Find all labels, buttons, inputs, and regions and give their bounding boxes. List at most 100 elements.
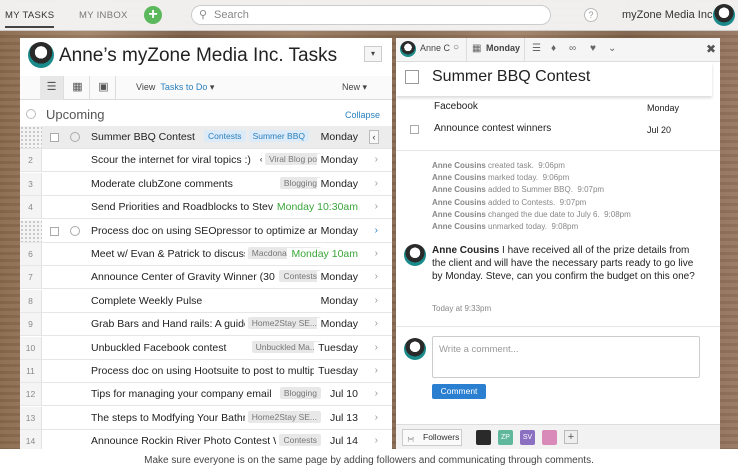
view-filter[interactable]: View Tasks to Do ▾	[136, 82, 214, 93]
view-filter-value[interactable]: Tasks to Do	[160, 82, 207, 92]
task-checkbox[interactable]	[50, 226, 59, 236]
chevron-right-icon[interactable]: ›	[375, 412, 378, 423]
drag-handle[interactable]	[20, 219, 42, 242]
task-tag[interactable]: Unbuckled Ma...	[251, 340, 321, 353]
task-title[interactable]: Announce Rockin River Photo Contest Winn…	[91, 435, 306, 447]
task-row[interactable]: 10 Unbuckled Facebook contest Unbuckled Ma…	[20, 336, 392, 360]
title-dropdown-button[interactable]: ▾	[364, 46, 382, 62]
chevron-right-icon[interactable]: ›	[375, 342, 378, 353]
collapse-link[interactable]: Collapse	[345, 110, 380, 120]
task-tag[interactable]: Home2Stay SE...	[247, 410, 321, 423]
task-title[interactable]: Meet w/ Evan & Patrick to discuss	[91, 248, 249, 260]
assignee-name[interactable]: Anne C	[420, 43, 450, 53]
task-row[interactable]: 3 Moderate clubZone comments Blogging Monda…	[20, 172, 392, 196]
search-bar[interactable]: ⚲ Search	[191, 5, 551, 25]
assignee-avatar[interactable]	[400, 41, 416, 57]
chevron-right-icon[interactable]: ›	[375, 435, 378, 446]
task-complete-circle[interactable]	[70, 225, 80, 236]
collapse-detail-chevron-icon[interactable]: ‹	[369, 130, 379, 144]
chevron-right-icon[interactable]: ›	[375, 271, 378, 282]
task-title[interactable]: Send Priorities and Roadblocks to Steve	[91, 201, 279, 213]
comment-author[interactable]: Anne Cousins	[432, 245, 499, 256]
task-row[interactable]: 12 Tips for managing your company email Bl…	[20, 383, 392, 407]
chevron-right-icon[interactable]: ›	[375, 365, 378, 376]
chevron-right-icon[interactable]: ›	[375, 225, 378, 236]
task-title[interactable]: Complete Weekly Pulse	[91, 295, 202, 307]
comment-input[interactable]: Write a comment...	[432, 336, 700, 378]
task-row[interactable]: 8 Complete Weekly Pulse Monday ›	[20, 289, 392, 313]
follower-avatar[interactable]: SV	[520, 430, 535, 445]
task-title[interactable]: Grab Bars and Hand rails: A guide	[91, 318, 250, 330]
tag-icon[interactable]: ♦	[551, 43, 556, 54]
task-title[interactable]: Tips for managing your company email	[91, 388, 272, 400]
chevron-right-icon[interactable]: ›	[375, 388, 378, 399]
task-title[interactable]: Process doc on using Hootsuite to post t…	[91, 365, 324, 377]
search-input[interactable]: Search	[214, 9, 249, 21]
task-tag[interactable]: Contests	[279, 270, 321, 283]
subtask-checkbox[interactable]	[410, 125, 419, 134]
more-chevron-down-icon[interactable]: ⌄	[608, 43, 616, 54]
follower-avatar[interactable]	[542, 430, 557, 445]
task-checkbox[interactable]	[50, 133, 59, 142]
chevron-right-icon[interactable]: ›	[375, 154, 378, 165]
task-title[interactable]: Scour the internet for viral topics :)	[91, 154, 251, 166]
task-title[interactable]: Process doc on using SEOpressor to optim…	[91, 225, 341, 237]
workspace-name[interactable]: myZone Media Inc.	[622, 9, 716, 21]
subtask-row[interactable]: Announce contest winners Jul 20	[396, 120, 720, 142]
followers-button[interactable]: ∺ Followers	[402, 429, 462, 446]
follower-avatar[interactable]: ZP	[498, 430, 513, 445]
task-row[interactable]: Summer BBQ Contest Contests Summer BBQ Mond…	[20, 126, 392, 149]
task-row[interactable]: Process doc on using SEOpressor to optim…	[20, 219, 392, 243]
heart-icon[interactable]: ♥	[590, 43, 596, 54]
task-title[interactable]: Moderate clubZone comments	[91, 178, 233, 190]
task-tag[interactable]: Blogging	[279, 387, 321, 400]
task-title[interactable]: Summer BBQ Contest	[432, 68, 590, 86]
task-title[interactable]: Unbuckled Facebook contest	[91, 342, 226, 354]
comment-button[interactable]: Comment	[432, 384, 486, 399]
tab-my-inbox[interactable]: MY INBOX	[79, 10, 128, 21]
task-row[interactable]: 9 Grab Bars and Hand rails: A guide Home2S…	[20, 313, 392, 337]
task-row[interactable]: 4 Send Priorities and Roadblocks to Steve…	[20, 196, 392, 220]
task-tag[interactable]: Contests	[279, 434, 321, 447]
files-view-icon[interactable]: ▣	[92, 76, 116, 100]
task-title[interactable]: Summer BBQ Contest	[91, 131, 195, 143]
subtask-title[interactable]: Announce contest winners	[434, 123, 551, 134]
follower-avatar[interactable]	[476, 430, 491, 445]
task-title[interactable]: The steps to Modfying Your Bathroom	[91, 412, 267, 424]
task-tag[interactable]: Summer BBQ	[248, 130, 309, 142]
task-row[interactable]: 11 Process doc on using Hootsuite to post…	[20, 360, 392, 383]
chevron-right-icon[interactable]: ›	[375, 248, 378, 259]
chevron-right-icon[interactable]: ›	[375, 295, 378, 306]
task-row[interactable]: 14 Announce Rockin River Photo Contest Wi…	[20, 430, 392, 449]
close-icon[interactable]: ✖	[706, 42, 716, 56]
task-tag[interactable]: Home2Stay SE...	[247, 317, 321, 330]
task-row[interactable]: 2 Scour the internet for viral topics :) ‹…	[20, 149, 392, 173]
tab-my-tasks[interactable]: MY TASKS	[5, 10, 55, 28]
chevron-right-icon[interactable]: ›	[375, 178, 378, 189]
chevron-right-icon[interactable]: ›	[375, 318, 378, 329]
calendar-view-icon[interactable]: ▦	[66, 76, 90, 100]
add-task-button[interactable]: +	[144, 6, 162, 24]
task-tag[interactable]: Blogging	[279, 176, 321, 189]
subtask-title[interactable]: Facebook	[434, 101, 478, 112]
drag-handle[interactable]	[20, 126, 42, 148]
list-view-icon[interactable]: ☰	[40, 76, 64, 100]
due-date-tab[interactable]: Monday	[486, 43, 520, 53]
task-complete-circle[interactable]	[70, 132, 80, 142]
task-title[interactable]: Announce Center of Gravity Winner (30	[91, 271, 275, 283]
unassign-icon[interactable]: ○	[453, 42, 459, 53]
attachment-icon[interactable]: ∞	[569, 43, 576, 54]
task-complete-checkbox[interactable]	[405, 70, 419, 84]
add-follower-button[interactable]: +	[564, 430, 578, 444]
task-row[interactable]: 7 Announce Center of Gravity Winner (30 Co…	[20, 266, 392, 290]
help-button[interactable]: ?	[584, 8, 598, 22]
new-dropdown[interactable]: New ▾	[342, 82, 367, 93]
task-tag[interactable]: Contests	[204, 130, 246, 142]
subtasks-icon[interactable]: ☰	[532, 43, 541, 54]
user-avatar[interactable]	[713, 4, 735, 26]
task-row[interactable]: 6 Meet w/ Evan & Patrick to discuss Macdon…	[20, 243, 392, 266]
subtask-row[interactable]: Facebook Monday	[396, 98, 720, 120]
chevron-right-icon[interactable]: ›	[375, 201, 378, 212]
task-row[interactable]: 13 The steps to Modfying Your Bathroom Hom…	[20, 406, 392, 430]
task-tag[interactable]: Viral Blog po	[264, 153, 321, 166]
